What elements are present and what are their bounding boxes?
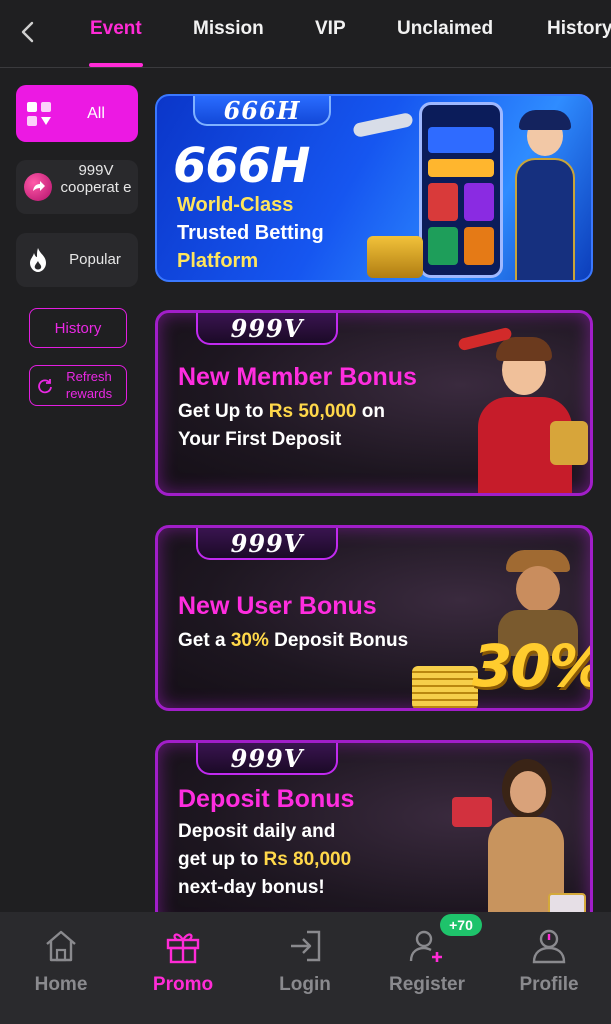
top-tab-bar: Event Mission VIP Unclaimed History xyxy=(0,0,611,68)
banner-line: Deposit daily and xyxy=(178,821,336,842)
banner-brand-title: 666H xyxy=(173,138,310,194)
refresh-icon xyxy=(38,379,52,394)
percent-badge: 30% xyxy=(472,632,593,700)
sidebar-item-label: 999V cooperat e xyxy=(60,162,132,196)
nav-promo[interactable]: Promo xyxy=(128,926,238,996)
tab-mission[interactable]: Mission xyxy=(193,18,264,40)
nav-login[interactable]: Login xyxy=(250,926,360,996)
plane-illustration xyxy=(352,111,414,139)
tab-unclaimed[interactable]: Unclaimed xyxy=(397,18,493,40)
refresh-rewards-button[interactable]: Refresh rewards xyxy=(29,365,127,406)
phone-illustration xyxy=(419,102,503,278)
tab-history[interactable]: History xyxy=(547,18,611,40)
banner-title: New User Bonus xyxy=(178,592,377,620)
banner-line: World-Class xyxy=(177,194,294,216)
nav-profile[interactable]: Profile xyxy=(494,926,604,996)
sidebar-item-999v-cooperate[interactable]: 999V cooperat e xyxy=(16,160,138,214)
brand-logo: 666H xyxy=(193,96,331,126)
banner-line: next-day bonus! xyxy=(178,877,325,898)
promo-banner-666h[interactable]: 666H 666H World-Class Trusted Betting Pl… xyxy=(155,94,593,282)
sidebar-item-label: Popular xyxy=(69,251,121,268)
sidebar-item-popular[interactable]: Popular xyxy=(16,233,138,287)
tab-event[interactable]: Event xyxy=(90,18,142,40)
history-button[interactable]: History xyxy=(29,308,127,348)
banner-line: Platform xyxy=(177,250,259,272)
banner-line: Get Up to Rs 50,000 on xyxy=(178,401,385,422)
brand-logo: 999V xyxy=(196,743,338,775)
aviator-character-illustration xyxy=(458,331,588,493)
nav-home[interactable]: Home xyxy=(6,926,116,996)
banner-line: Get a 30% Deposit Bonus xyxy=(178,630,409,651)
active-tab-indicator xyxy=(89,63,143,67)
pilot-character-illustration xyxy=(509,110,581,280)
back-chevron-icon[interactable] xyxy=(14,18,42,46)
sidebar-item-label: All xyxy=(87,104,105,122)
promo-banner-deposit-bonus[interactable]: 999V Deposit Bonus Deposit daily and get… xyxy=(155,740,593,930)
banner-title: Deposit Bonus xyxy=(178,785,355,813)
gift-icon xyxy=(166,933,200,964)
promo-banner-new-user-bonus[interactable]: 999V New User Bonus Get a 30% Deposit Bo… xyxy=(155,525,593,711)
treasure-character-illustration xyxy=(448,753,588,927)
login-icon xyxy=(291,930,321,962)
add-user-icon xyxy=(409,930,442,962)
profile-icon xyxy=(532,929,566,964)
tab-vip[interactable]: VIP xyxy=(315,18,346,40)
bottom-navigation: Home Promo Login Register Profile xyxy=(0,912,611,1024)
coin-stack-illustration xyxy=(412,666,478,708)
home-icon xyxy=(46,930,76,962)
promo-banner-new-member-bonus[interactable]: 999V New Member Bonus Get Up to Rs 50,00… xyxy=(155,310,593,496)
treasure-illustration xyxy=(367,236,423,278)
banner-title: New Member Bonus xyxy=(178,363,417,391)
register-reward-badge: +70 xyxy=(440,914,482,936)
refresh-rewards-label: Refresh rewards xyxy=(65,369,113,401)
brand-logo: 999V xyxy=(196,528,338,560)
flame-icon xyxy=(24,246,52,274)
banner-line: get up to Rs 80,000 xyxy=(178,849,352,870)
banner-line: Trusted Betting xyxy=(177,222,324,244)
banner-line: Your First Deposit xyxy=(178,429,342,450)
brand-logo: 999V xyxy=(196,313,338,345)
arrow-badge-icon xyxy=(24,173,52,201)
sidebar-item-all[interactable]: All xyxy=(16,85,138,142)
nav-register[interactable]: Register xyxy=(372,926,482,996)
